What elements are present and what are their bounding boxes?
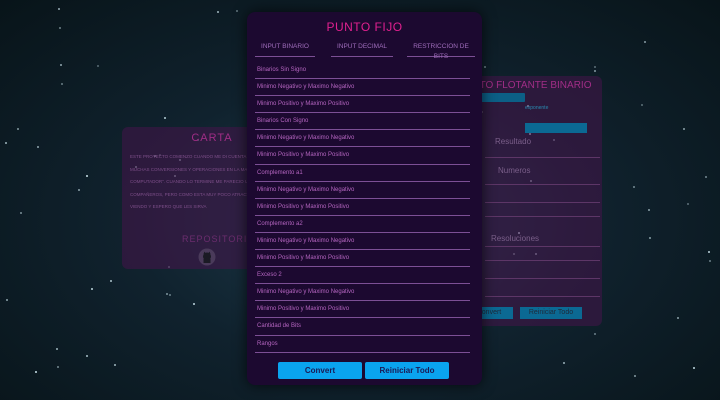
star (563, 362, 565, 364)
repository-label: REPOSITORIO (182, 234, 256, 244)
list-item: Minimo Negativo y Maximo Negativo (255, 182, 470, 199)
exponent-hint: exponente (525, 105, 549, 111)
star (164, 117, 166, 119)
star (20, 212, 22, 214)
divider (485, 157, 600, 158)
list-item: Binarios Sin Signo (255, 62, 470, 80)
star (166, 293, 168, 295)
result-label: Resultado (495, 137, 532, 146)
star (193, 303, 195, 305)
list-item: Binarios Con Signo (255, 113, 470, 131)
star (648, 209, 650, 211)
star (57, 366, 59, 368)
tab-bar: INPUT BINARIO INPUT DECIMAL RESTRICCION … (255, 42, 475, 60)
list-item: Complemento a2 (255, 216, 470, 233)
star (693, 367, 695, 369)
about-card: CARTA ESTE PROYECTO COMENZO CUANDO ME DI… (122, 127, 262, 269)
convert-button[interactable]: Convert (278, 362, 362, 379)
list-item: Minimo Negativo y Maximo Negativo (255, 284, 470, 302)
star (5, 142, 7, 144)
star (217, 11, 219, 13)
about-card-title: CARTA (191, 132, 233, 144)
star (633, 186, 635, 188)
star (236, 10, 238, 12)
star (91, 288, 93, 290)
list-item: Minimo Positivo y Maximo Positivo (255, 250, 470, 268)
tab-input-binario[interactable]: INPUT BINARIO (255, 42, 315, 57)
float-reset-button[interactable]: Reiniciar Todo (520, 307, 582, 319)
star (484, 66, 486, 68)
star (594, 70, 596, 72)
list-item: Minimo Positivo y Maximo Positivo (255, 301, 470, 319)
divider (485, 184, 600, 185)
list-item: Minimo Positivo y Maximo Positivo (255, 96, 470, 114)
star (97, 65, 99, 67)
star (709, 260, 711, 262)
star (641, 104, 643, 106)
star (58, 8, 60, 10)
star (110, 280, 112, 282)
star (35, 371, 37, 373)
fixed-point-title: PUNTO FIJO (326, 20, 403, 34)
list-item: Cantidad de Bits (255, 318, 470, 336)
star (705, 176, 707, 178)
star (114, 364, 116, 366)
divider (485, 260, 600, 261)
list-item: Minimo Positivo y Maximo Positivo (255, 147, 470, 165)
list-item: Minimo Negativo y Maximo Negativo (255, 233, 470, 251)
star (594, 66, 596, 68)
star (644, 41, 646, 43)
star (677, 317, 679, 319)
result-list: Binarios Sin Signo Minimo Negativo y Max… (255, 62, 470, 353)
resolutions-label: Resoluciones (491, 234, 540, 243)
star (6, 299, 8, 301)
star (86, 355, 88, 357)
numbers-label: Numeros (498, 166, 531, 175)
list-item: Rangos (255, 336, 470, 353)
github-icon[interactable] (198, 248, 216, 266)
divider (485, 296, 600, 297)
star (78, 189, 80, 191)
divider (485, 202, 600, 203)
star (649, 237, 651, 239)
star (37, 146, 39, 148)
divider (485, 216, 600, 217)
star (634, 375, 636, 377)
list-item: Minimo Negativo y Maximo Negativo (255, 130, 470, 148)
list-item: Minimo Positivo y Maximo Positivo (255, 199, 470, 216)
divider (485, 246, 600, 247)
star (60, 64, 62, 66)
star (59, 27, 61, 29)
list-item: Exceso 2 (255, 267, 470, 285)
star (56, 348, 58, 350)
fixed-point-card: PUNTO FIJO INPUT BINARIO INPUT DECIMAL R… (247, 12, 482, 385)
star (86, 175, 88, 177)
star (683, 128, 685, 130)
star (708, 251, 710, 253)
reset-all-button[interactable]: Reiniciar Todo (365, 362, 449, 379)
format-select[interactable] (525, 123, 587, 133)
tab-restriccion-bits[interactable]: RESTRICCION DE BITS (407, 42, 475, 60)
star (169, 294, 171, 296)
star (61, 83, 63, 85)
list-item: Complemento a1 (255, 165, 470, 182)
star (687, 203, 689, 205)
about-card-text: ESTE PROYECTO COMENZO CUANDO ME DI CUENT… (130, 154, 262, 210)
divider (485, 278, 600, 279)
tab-input-decimal[interactable]: INPUT DECIMAL (331, 42, 393, 57)
star (17, 128, 19, 130)
star (594, 333, 596, 335)
list-item: Minimo Negativo y Maximo Negativo (255, 79, 470, 97)
